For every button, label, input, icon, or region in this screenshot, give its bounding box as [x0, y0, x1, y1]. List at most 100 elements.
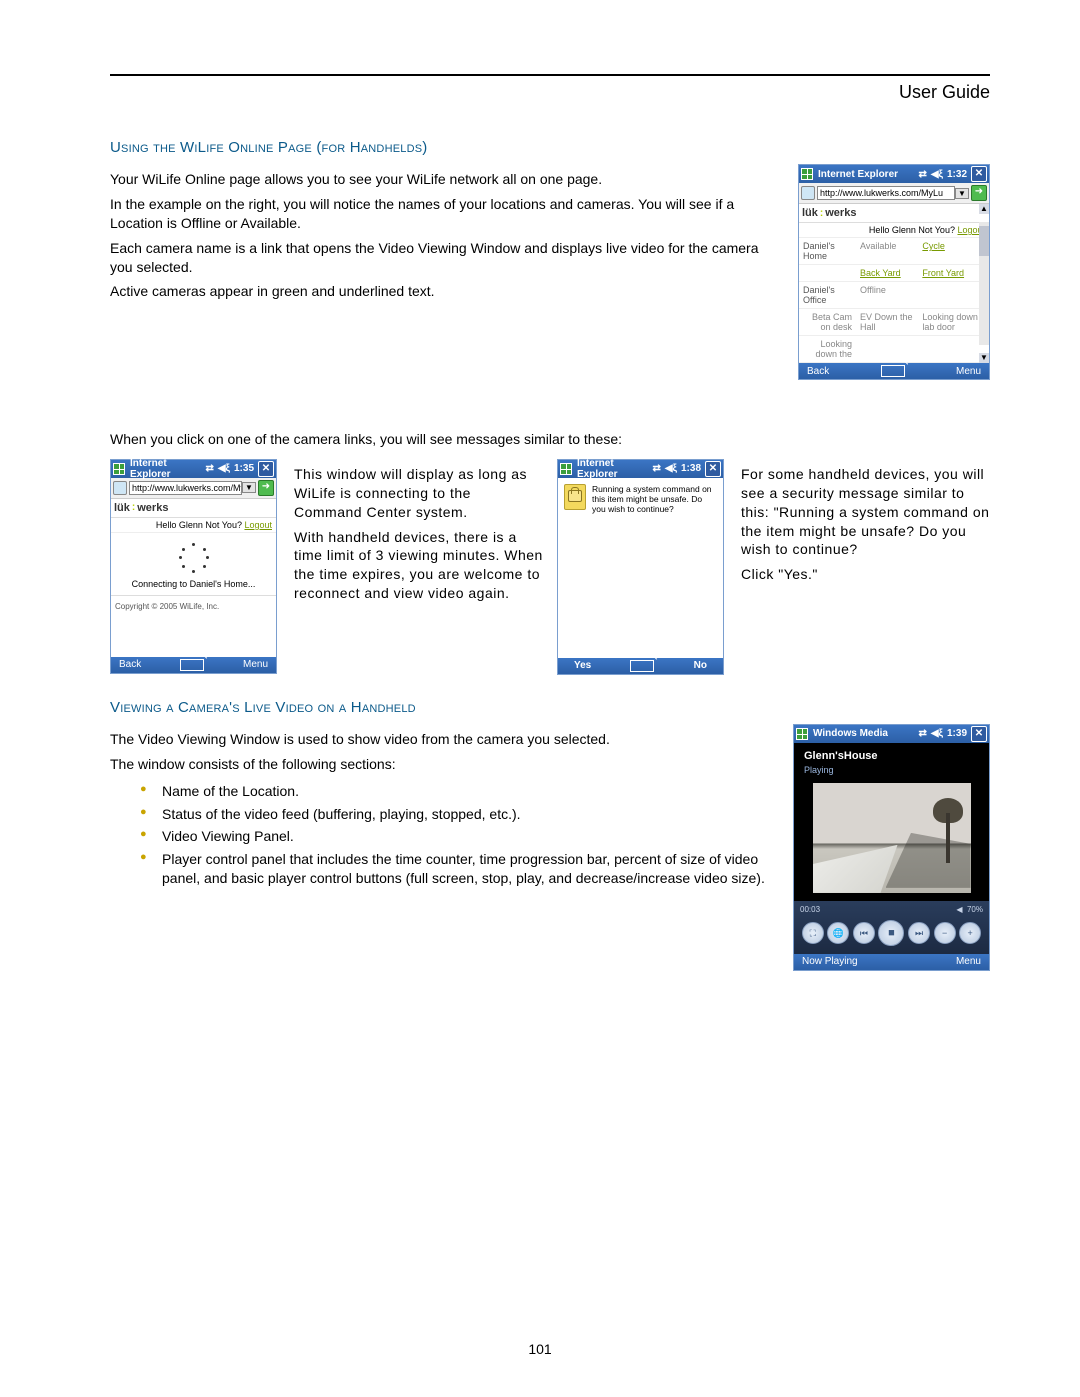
list-item: Name of the Location.	[162, 780, 775, 803]
page-number: 101	[0, 1341, 1080, 1357]
camera-link[interactable]: Back Yard	[860, 268, 901, 278]
volume-icon: ◀	[956, 905, 962, 914]
titlebar: Internet Explorer ⇄◀ξ1:35 ✕	[111, 460, 276, 478]
windows-icon	[560, 463, 572, 475]
titlebar: Internet Explorer ⇄◀ξ1:38 ✕	[558, 460, 723, 478]
copyright-text: Copyright © 2005 WiLife, Inc.	[111, 596, 276, 617]
keyboard-icon[interactable]	[180, 659, 204, 671]
increase-size-button[interactable]: +	[959, 922, 981, 944]
menu-softkey[interactable]: Menu	[956, 956, 981, 967]
bottom-softkey-bar: Now Playing Menu	[794, 954, 989, 970]
camera-row: Looking down the	[799, 336, 989, 363]
location-row: Daniel's Office Offline	[799, 282, 989, 309]
loading-spinner-icon	[179, 543, 209, 573]
no-button[interactable]: No	[686, 660, 715, 671]
close-button[interactable]: ✕	[705, 461, 721, 477]
back-softkey[interactable]: Back	[807, 366, 829, 377]
clock-time: 1:35	[234, 463, 254, 474]
body-text: In the example on the right, you will no…	[110, 195, 780, 233]
menu-softkey[interactable]: Menu	[956, 366, 981, 377]
clock-time: 1:39	[947, 728, 967, 739]
web-button[interactable]: 🌐	[827, 922, 849, 944]
app-title: Internet Explorer	[577, 458, 652, 480]
greeting-text: Hello Glenn Not You?	[869, 225, 955, 235]
handheld-connecting-screen: Internet Explorer ⇄◀ξ1:35 ✕ http://www.l…	[110, 459, 277, 674]
body-text: The window consists of the following sec…	[110, 755, 775, 774]
handheld-media-screen: Windows Media ⇄◀ξ1:39 ✕ Glenn'sHouse Pla…	[793, 724, 990, 971]
camera-link[interactable]: Front Yard	[922, 268, 964, 278]
back-softkey[interactable]: Back	[119, 659, 141, 670]
scrollbar[interactable]	[979, 222, 989, 345]
brand-logo: lük:werks	[799, 204, 989, 223]
bullet-list: Name of the Location. Status of the vide…	[110, 780, 775, 890]
keyboard-icon[interactable]	[630, 660, 654, 672]
url-dropdown[interactable]: ▼	[955, 188, 969, 199]
url-field[interactable]: http://www.lukwerks.com/MyLu	[817, 186, 955, 200]
decrease-size-button[interactable]: −	[934, 922, 956, 944]
scroll-down[interactable]: ▼	[979, 353, 989, 363]
section-heading-handhelds: Using the WiLife Online Page (for Handhe…	[110, 139, 990, 156]
bottom-softkey-bar: Back Menu	[111, 657, 276, 673]
app-title: Internet Explorer	[130, 458, 205, 480]
body-text: With handheld devices, there is a time l…	[294, 528, 543, 604]
list-item: Video Viewing Panel.	[162, 825, 775, 848]
windows-icon	[796, 728, 808, 740]
address-bar: http://www.lukwerks.com/MyLu ▼ ➜	[111, 478, 276, 499]
go-button[interactable]: ➜	[258, 480, 274, 496]
clock-time: 1:38	[681, 463, 701, 474]
address-bar: http://www.lukwerks.com/MyLu ▼ ➜	[799, 183, 989, 204]
yes-button[interactable]: Yes	[566, 660, 599, 671]
body-text: For some handheld devices, you will see …	[741, 465, 990, 559]
connectivity-icon: ⇄	[918, 169, 926, 180]
windows-icon	[113, 463, 125, 475]
now-playing-softkey[interactable]: Now Playing	[802, 956, 858, 967]
globe-icon	[801, 186, 815, 200]
keyboard-icon[interactable]	[881, 365, 905, 377]
body-text: Click "Yes."	[741, 565, 990, 584]
section-heading-viewing: Viewing a Camera's Live Video on a Handh…	[110, 699, 990, 716]
windows-icon	[801, 168, 813, 180]
camera-row: Beta Cam on desk EV Down the Hall Lookin…	[799, 309, 989, 336]
location-row: Daniel's Home Available Cycle	[799, 238, 989, 265]
app-title: Windows Media	[813, 728, 918, 739]
bottom-softkey-bar: Back Menu	[799, 363, 989, 379]
fullscreen-button[interactable]: ⛶	[802, 922, 824, 944]
clock-time: 1:32	[947, 169, 967, 180]
list-item: Status of the video feed (buffering, pla…	[162, 803, 775, 826]
greeting-text: Hello Glenn Not You?	[156, 520, 242, 530]
body-text: This window will display as long as WiLi…	[294, 465, 543, 522]
close-button[interactable]: ✕	[971, 726, 987, 742]
body-text: Active cameras appear in green and under…	[110, 282, 780, 301]
titlebar: Windows Media ⇄◀ξ1:39 ✕	[794, 725, 989, 743]
url-dropdown[interactable]: ▼	[242, 482, 256, 493]
handheld-security-screen: Internet Explorer ⇄◀ξ1:38 ✕ Running a sy…	[557, 459, 724, 675]
brand-logo: lük:werks	[111, 499, 276, 518]
next-button[interactable]: ⏭	[908, 922, 930, 944]
camera-row: Back Yard Front Yard	[799, 265, 989, 282]
titlebar: Internet Explorer ⇄◀ξ1:32 ✕	[799, 165, 989, 183]
list-item: Player control panel that includes the t…	[162, 848, 775, 890]
logout-link[interactable]: Logout	[244, 520, 272, 530]
video-viewing-panel	[813, 783, 971, 893]
lock-icon	[564, 484, 586, 510]
page-header-title: User Guide	[110, 82, 990, 103]
close-button[interactable]: ✕	[971, 166, 987, 182]
body-text: The Video Viewing Window is used to show…	[110, 730, 775, 749]
video-size-percent: 70%	[967, 905, 983, 914]
cycle-link[interactable]: Cycle	[922, 241, 945, 251]
menu-softkey[interactable]: Menu	[243, 659, 268, 670]
go-button[interactable]: ➜	[971, 185, 987, 201]
video-status: Playing	[798, 765, 985, 779]
bottom-softkey-bar: Yes No	[558, 658, 723, 674]
previous-button[interactable]: ⏮	[853, 922, 875, 944]
play-stop-button[interactable]: ■	[878, 920, 904, 946]
body-text: Each camera name is a link that opens th…	[110, 239, 780, 277]
connecting-text: Connecting to Daniel's Home...	[111, 579, 276, 589]
url-field[interactable]: http://www.lukwerks.com/MyLu	[129, 481, 242, 495]
scroll-up[interactable]: ▲	[979, 204, 989, 214]
globe-icon	[113, 481, 127, 495]
player-control-panel: 00:03 ◀ 70% ⛶ 🌐 ⏮ ■ ⏭ − +	[794, 901, 989, 954]
time-counter: 00:03	[800, 905, 820, 914]
security-dialog-text: Running a system command on this item mi…	[592, 484, 717, 515]
close-button[interactable]: ✕	[258, 461, 274, 477]
